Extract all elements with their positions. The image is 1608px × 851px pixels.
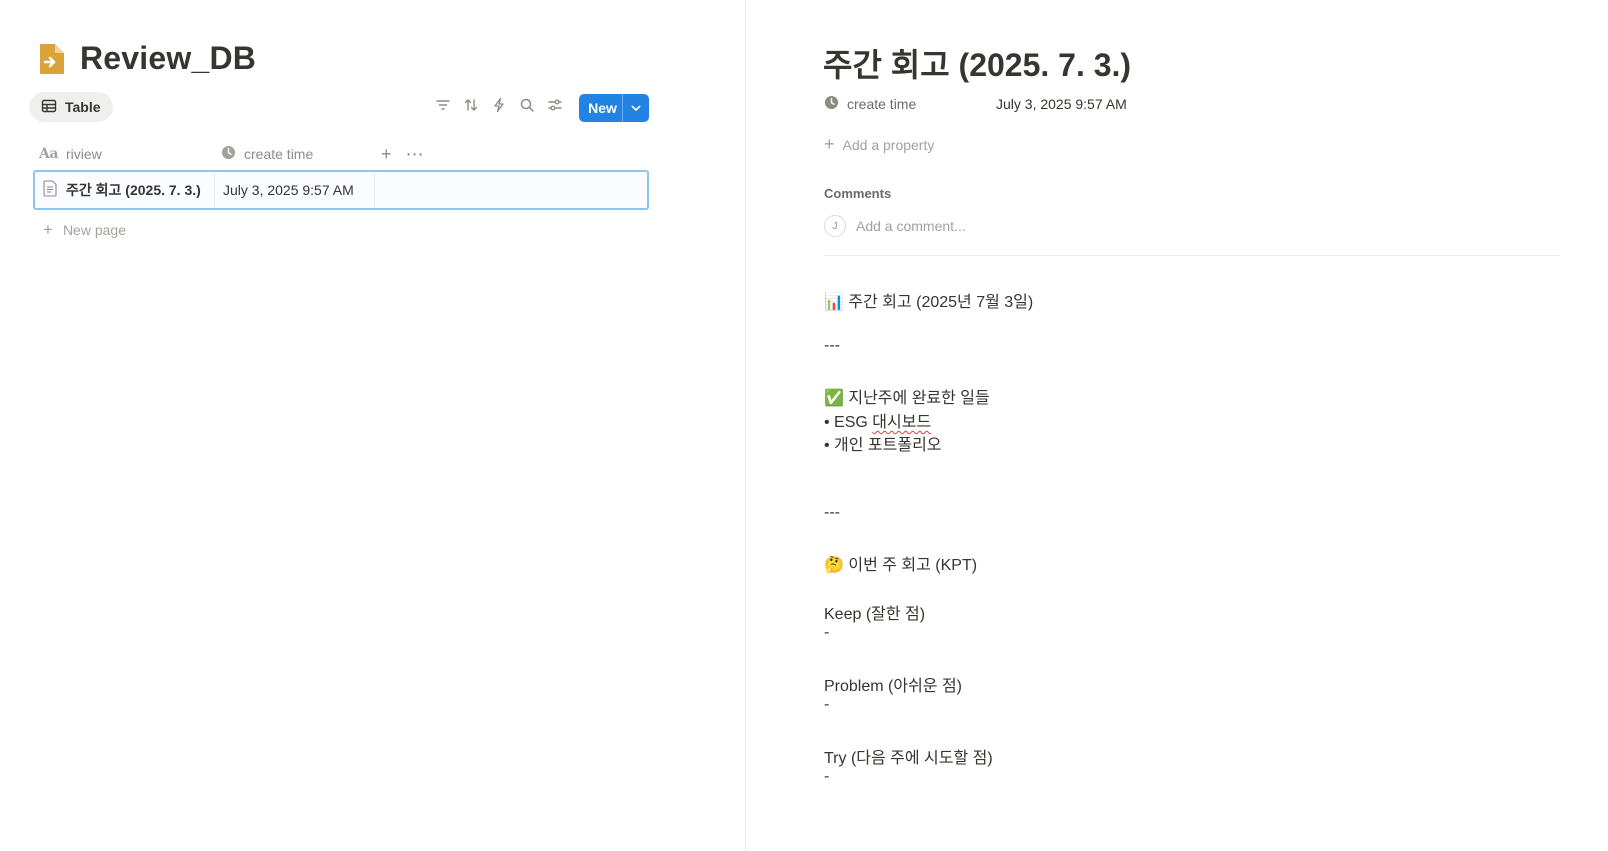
heading-line[interactable]: 📊 주간 회고 (2025년 7월 3일) — [824, 288, 1033, 312]
add-property-button[interactable]: + Add a property — [824, 134, 934, 155]
row-empty-cell[interactable] — [375, 172, 647, 208]
chevron-down-icon[interactable] — [622, 94, 649, 122]
plus-icon: + — [43, 220, 53, 239]
database-title[interactable]: Review_DB — [80, 40, 256, 77]
search-icon[interactable] — [518, 96, 536, 114]
comment-input-row[interactable]: J Add a comment... — [824, 215, 966, 237]
sort-icon[interactable] — [462, 96, 480, 114]
table-header: Aa riview create time + ⋯ — [33, 137, 649, 172]
comment-input[interactable]: Add a comment... — [856, 218, 966, 234]
comments-heading: Comments — [824, 186, 892, 201]
row-create-time-cell[interactable]: July 3, 2025 9:57 AM — [215, 172, 375, 208]
row-title-cell[interactable]: 주간 회고 (2025. 7. 3.) — [35, 172, 215, 208]
document-import-icon[interactable] — [38, 43, 66, 75]
new-button-label[interactable]: New — [579, 94, 622, 122]
try-value[interactable]: - — [824, 768, 829, 786]
property-name[interactable]: create time — [824, 95, 996, 113]
filter-icon[interactable] — [434, 96, 452, 114]
page-peek-panel: 주간 회고 (2025. 7. 3.) create time July 3, … — [746, 0, 1608, 851]
separator-text[interactable]: --- — [824, 504, 840, 522]
bullet-item[interactable]: • ESG 대시보드 — [824, 408, 931, 432]
bullet-text: • ESG — [824, 414, 873, 431]
column-label: create time — [244, 146, 314, 162]
view-tab-label: Table — [65, 99, 101, 115]
problem-label[interactable]: Problem (아쉬운 점) — [824, 672, 962, 696]
bullet-item[interactable]: • 개인 포트폴리오 — [824, 431, 942, 455]
separator-text[interactable]: --- — [824, 337, 840, 355]
text-type-icon: Aa — [39, 146, 58, 162]
table-icon — [41, 98, 57, 117]
keep-value[interactable]: - — [824, 624, 829, 642]
automation-lightning-icon[interactable] — [490, 96, 508, 114]
avatar: J — [824, 215, 846, 237]
plus-icon: + — [824, 134, 835, 154]
column-header-create-time[interactable]: create time — [213, 137, 373, 171]
add-column-plus-icon[interactable]: + — [381, 144, 392, 165]
new-button[interactable]: New — [579, 94, 649, 122]
problem-value[interactable]: - — [824, 696, 829, 714]
section-heading-completed[interactable]: ✅ 지난주에 완료한 일들 — [824, 384, 990, 408]
add-property-label: Add a property — [842, 136, 935, 153]
more-options-icon[interactable]: ⋯ — [406, 144, 424, 165]
try-label[interactable]: Try (다음 주에 시도할 점) — [824, 744, 993, 768]
database-table: Aa riview create time + ⋯ 주간 회고 (2025. 7… — [33, 137, 649, 240]
column-actions: + ⋯ — [373, 144, 424, 165]
new-page-label: New page — [62, 222, 126, 238]
page-document-icon — [43, 180, 58, 200]
property-name-label: create time — [847, 96, 917, 112]
divider — [824, 255, 1560, 256]
keep-label[interactable]: Keep (잘한 점) — [824, 600, 925, 624]
database-header: Review_DB — [38, 40, 256, 77]
spellcheck-word[interactable]: 대시보드 — [872, 414, 931, 431]
database-toolbar — [434, 96, 564, 114]
settings-sliders-icon[interactable] — [546, 96, 564, 114]
clock-icon — [824, 95, 839, 113]
property-value[interactable]: July 3, 2025 9:57 AM — [996, 96, 1127, 112]
section-heading-kpt[interactable]: 🤔 이번 주 회고 (KPT) — [824, 551, 977, 575]
new-page-button[interactable]: + New page — [33, 220, 649, 240]
table-row[interactable]: 주간 회고 (2025. 7. 3.) July 3, 2025 9:57 AM — [33, 170, 649, 210]
column-header-riview[interactable]: Aa riview — [33, 137, 213, 171]
clock-icon — [221, 145, 236, 163]
page-title[interactable]: 주간 회고 (2025. 7. 3.) — [823, 40, 1131, 86]
database-panel: Review_DB Table New Aa riview create tim… — [0, 0, 745, 851]
row-title[interactable]: 주간 회고 (2025. 7. 3.) — [66, 180, 201, 200]
column-label: riview — [65, 146, 102, 162]
property-row-create-time[interactable]: create time July 3, 2025 9:57 AM — [824, 95, 1127, 113]
view-tab-table[interactable]: Table — [29, 92, 113, 122]
